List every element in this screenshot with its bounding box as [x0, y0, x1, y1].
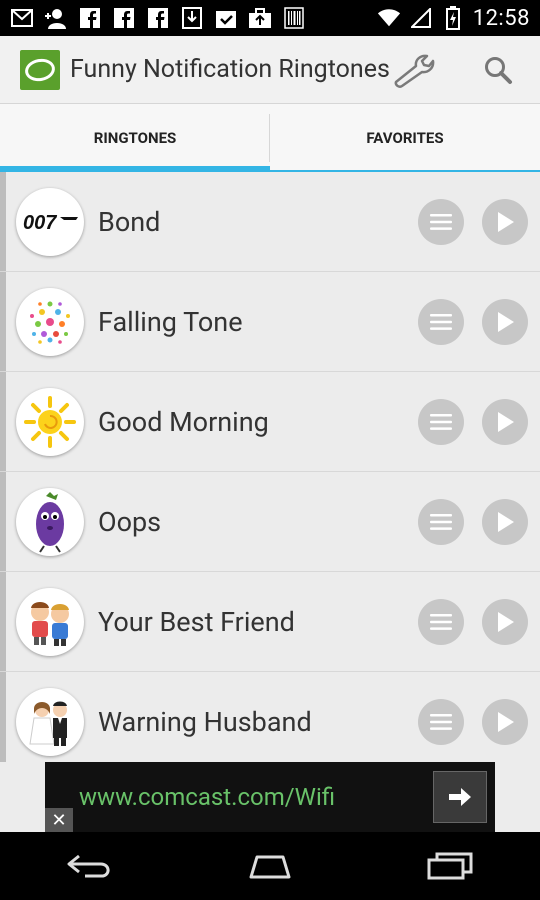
facebook-icon	[146, 6, 170, 30]
back-button[interactable]	[50, 838, 130, 894]
play-icon	[498, 612, 514, 632]
status-bar: 12:58	[0, 0, 540, 36]
wifi-icon	[377, 6, 401, 30]
recent-apps-button[interactable]	[410, 838, 490, 894]
tab-favorites[interactable]: FAVORITES	[270, 104, 540, 172]
action-bar: Funny Notification Ringtones	[0, 36, 540, 104]
bond-007-thumbnail: 007	[16, 187, 84, 256]
eggplant-character-thumbnail	[16, 487, 84, 556]
signal-icon	[409, 6, 433, 30]
wrench-icon	[394, 54, 435, 88]
play-icon	[498, 212, 514, 232]
menu-icon	[430, 214, 452, 230]
row-accent-bar	[0, 172, 6, 271]
ringtone-title: Your Best Friend	[98, 605, 295, 638]
menu-icon	[430, 314, 452, 330]
menu-icon	[430, 614, 452, 630]
row-accent-bar	[0, 272, 6, 371]
navigation-bar	[0, 832, 540, 900]
sun-thumbnail	[16, 387, 84, 456]
tab-ringtones-label: RINGTONES	[93, 129, 177, 147]
gmail-icon	[10, 6, 34, 30]
list-item[interactable]: 007 Bond	[0, 172, 540, 272]
list-item[interactable]: Good Morning	[0, 372, 540, 472]
ringtone-title: Warning Husband	[98, 705, 312, 738]
confetti-thumbnail	[16, 287, 84, 356]
search-button[interactable]	[474, 46, 522, 94]
app-title: Funny Notification Ringtones	[70, 55, 390, 84]
facebook-icon	[78, 6, 102, 30]
app-logo-icon	[20, 49, 60, 90]
facebook-icon	[112, 6, 136, 30]
home-icon	[249, 855, 291, 879]
back-icon	[67, 854, 110, 878]
play-button[interactable]	[482, 599, 528, 645]
play-icon	[498, 512, 514, 532]
row-accent-bar	[0, 372, 6, 471]
search-icon	[485, 57, 512, 84]
menu-button[interactable]	[418, 499, 464, 545]
tab-ringtones[interactable]: RINGTONES	[0, 104, 270, 172]
play-button[interactable]	[482, 399, 528, 445]
home-button[interactable]	[230, 838, 310, 894]
app-screen: 12:58 Funny Notification Ringtones RINGT…	[0, 0, 540, 900]
settings-button[interactable]	[390, 46, 438, 94]
ringtone-list[interactable]: 007 Bond Falling Tone Good Morning Oops …	[0, 172, 540, 762]
tab-bar: RINGTONES FAVORITES	[0, 104, 540, 172]
menu-button[interactable]	[418, 299, 464, 345]
tab-divider	[269, 114, 270, 162]
ringtone-title: Good Morning	[98, 405, 269, 438]
play-button[interactable]	[482, 699, 528, 745]
barcode-icon	[282, 6, 306, 30]
user-add-icon	[44, 6, 68, 30]
ad-text[interactable]: www.comcast.com/Wifi	[79, 783, 335, 811]
menu-button[interactable]	[418, 599, 464, 645]
tab-favorites-label: FAVORITES	[366, 129, 444, 147]
ad-banner[interactable]: www.comcast.com/Wifi ✕	[45, 762, 495, 832]
ad-arrow-button[interactable]	[433, 771, 487, 823]
play-button[interactable]	[482, 499, 528, 545]
play-icon	[498, 312, 514, 332]
arrow-right-icon	[449, 788, 471, 806]
play-button[interactable]	[482, 299, 528, 345]
list-item[interactable]: Oops	[0, 472, 540, 572]
bride-groom-thumbnail	[16, 687, 84, 756]
list-item[interactable]: Warning Husband	[0, 672, 540, 762]
kids-thumbnail	[16, 587, 84, 656]
ringtone-title: Bond	[98, 205, 161, 238]
play-button[interactable]	[482, 199, 528, 245]
row-accent-bar	[0, 572, 6, 671]
battery-icon	[441, 6, 465, 30]
menu-button[interactable]	[418, 199, 464, 245]
download-icon	[180, 6, 204, 30]
status-time: 12:58	[472, 5, 530, 31]
svg-text:007: 007	[23, 212, 57, 234]
menu-icon	[430, 714, 452, 730]
clipboard-check-icon	[214, 6, 238, 30]
ad-close-button[interactable]: ✕	[45, 808, 73, 832]
list-item[interactable]: Your Best Friend	[0, 572, 540, 672]
play-icon	[498, 412, 514, 432]
briefcase-upload-icon	[248, 6, 272, 30]
ringtone-title: Oops	[98, 505, 162, 538]
menu-button[interactable]	[418, 699, 464, 745]
menu-icon	[430, 514, 452, 530]
play-icon	[498, 712, 514, 732]
recent-apps-icon	[427, 852, 473, 880]
list-item[interactable]: Falling Tone	[0, 272, 540, 372]
menu-icon	[430, 414, 452, 430]
menu-button[interactable]	[418, 399, 464, 445]
ringtone-title: Falling Tone	[98, 305, 243, 338]
row-accent-bar	[0, 672, 6, 762]
row-accent-bar	[0, 472, 6, 571]
